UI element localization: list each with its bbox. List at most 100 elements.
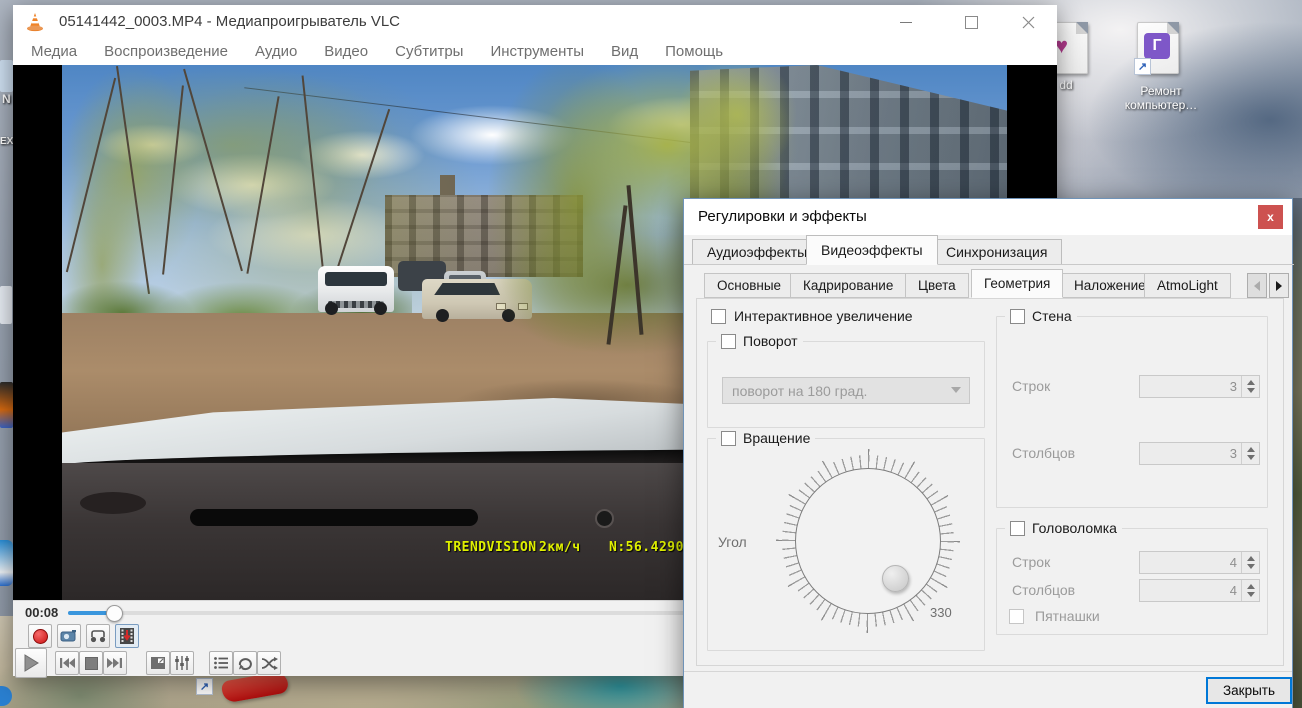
fullscreen-button[interactable]: [146, 651, 170, 675]
subtab-geometry[interactable]: Геометрия: [971, 269, 1063, 298]
angle-label: Угол: [718, 534, 747, 550]
scene-dash-vent: [190, 509, 478, 526]
subtab-atmolight[interactable]: AtmoLight: [1144, 273, 1231, 298]
play-button[interactable]: [15, 648, 47, 678]
maximize-icon: [965, 16, 978, 29]
desktop-edge-icon-fragment[interactable]: [0, 540, 13, 586]
playlist-button[interactable]: [209, 651, 233, 675]
angle-dial-knob[interactable]: [882, 565, 909, 592]
angle-value: 330: [930, 605, 952, 620]
shortcut-arrow-icon: [1134, 58, 1151, 75]
wall-checkbox[interactable]: [1010, 309, 1025, 324]
wall-group: Стена Строк 3 Столбцов 3: [996, 316, 1268, 508]
desktop-edge-icon-fragment[interactable]: [0, 60, 13, 92]
close-button[interactable]: [1013, 11, 1043, 33]
menu-subtitles[interactable]: Субтитры: [395, 43, 463, 60]
subtab-scroll-left-button[interactable]: [1247, 273, 1267, 298]
spinner-arrows[interactable]: [1241, 376, 1259, 397]
menu-video[interactable]: Видео: [324, 43, 368, 60]
rotation-checkbox[interactable]: [721, 431, 736, 446]
spinner-arrows[interactable]: [1241, 580, 1259, 601]
frame-by-frame-button[interactable]: [115, 624, 139, 648]
desktop-edge-label-fragment: N: [2, 92, 11, 106]
puzzle-rows-spinner[interactable]: 4: [1139, 551, 1260, 574]
maximize-button[interactable]: [956, 11, 986, 33]
tab-video-effects[interactable]: Видеоэффекты: [806, 235, 938, 265]
subtab-crop[interactable]: Кадрирование: [790, 273, 906, 298]
fifteen-puzzle-label: Пятнашки: [1035, 608, 1100, 624]
interactive-zoom-label: Интерактивное увеличение: [734, 308, 913, 324]
desktop-edge-icon-fragment[interactable]: [0, 286, 12, 324]
window-title: 05141442_0003.MP4 - Медиапроигрыватель V…: [59, 13, 400, 30]
screen: N EX dd Ремонт компьютер…: [0, 0, 1302, 708]
fifteen-puzzle-checkbox[interactable]: [1009, 609, 1024, 624]
loop-ab-icon: [89, 628, 107, 644]
angle-dial-face[interactable]: [795, 468, 941, 614]
effects-button[interactable]: [170, 651, 194, 675]
dialog-close-button[interactable]: Закрыть: [1206, 677, 1292, 704]
minimize-button[interactable]: [891, 11, 921, 33]
wall-cols-spinner[interactable]: 3: [1139, 442, 1260, 465]
loop-button[interactable]: [233, 651, 257, 675]
menu-tools[interactable]: Инструменты: [490, 43, 584, 60]
snapshot-button[interactable]: [57, 624, 81, 648]
puzzle-rows-label: Строк: [1012, 554, 1050, 570]
seek-handle[interactable]: [106, 605, 123, 622]
spinner-arrows[interactable]: [1241, 443, 1259, 464]
stop-icon: [85, 657, 98, 670]
interactive-zoom-checkbox[interactable]: [711, 309, 726, 324]
next-button[interactable]: [103, 651, 127, 675]
shortcut-arrow-icon: [196, 678, 213, 695]
rotate-preset-value: поворот на 180 град.: [732, 383, 867, 399]
desktop-icon-remont[interactable]: Ремонт компьютер…: [1132, 22, 1188, 118]
vlc-titlebar[interactable]: 05141442_0003.MP4 - Медиапроигрыватель V…: [13, 5, 1057, 38]
stop-button[interactable]: [79, 651, 103, 675]
dashcam-speed-overlay: 2км/ч: [539, 540, 581, 555]
remont-app-icon: [1144, 33, 1170, 59]
shuffle-button[interactable]: [257, 651, 281, 675]
elapsed-time: 00:08: [25, 605, 58, 620]
wall-rows-label: Строк: [1012, 378, 1050, 394]
effects-dialog-title: Регулировки и эффекты: [698, 208, 867, 225]
wall-rows-value: 3: [1230, 379, 1237, 394]
desktop-edge-icon-fragment[interactable]: [0, 382, 13, 428]
rotate-checkbox[interactable]: [721, 334, 736, 349]
record-icon: [33, 629, 48, 644]
scene-white-uaz: [318, 266, 394, 312]
effects-dialog: Регулировки и эффекты x Аудиоэффекты Вид…: [683, 198, 1293, 708]
menu-view[interactable]: Вид: [611, 43, 638, 60]
dashcam-brand-overlay: TRENDVISION: [445, 540, 537, 555]
menu-media[interactable]: Медиа: [31, 43, 77, 60]
record-button[interactable]: [28, 624, 52, 648]
menu-help[interactable]: Помощь: [665, 43, 723, 60]
rotate-group-label: Поворот: [743, 333, 798, 349]
subtab-colors[interactable]: Цвета: [905, 273, 969, 298]
rotate-preset-select[interactable]: поворот на 180 град.: [722, 377, 970, 404]
tab-synchronization[interactable]: Синхронизация: [931, 239, 1062, 265]
vlc-cone-icon: [25, 12, 45, 33]
desktop-edge-label-fragment: EX: [0, 136, 13, 147]
spinner-arrows[interactable]: [1241, 552, 1259, 573]
puzzle-cols-spinner[interactable]: 4: [1139, 579, 1260, 602]
fullscreen-icon: [150, 656, 166, 670]
menu-audio[interactable]: Аудио: [255, 43, 297, 60]
puzzle-cols-label: Столбцов: [1012, 582, 1075, 598]
scene-dash-speaker: [80, 492, 146, 514]
play-icon: [22, 653, 40, 673]
effects-dialog-close-button[interactable]: x: [1258, 205, 1283, 229]
loop-ab-button[interactable]: [86, 624, 110, 648]
wall-cols-label: Столбцов: [1012, 445, 1075, 461]
minimize-icon: [900, 22, 912, 23]
wall-rows-spinner[interactable]: 3: [1139, 375, 1260, 398]
subtab-scroll-right-button[interactable]: [1269, 273, 1289, 298]
previous-button[interactable]: [55, 651, 79, 675]
next-icon: [106, 656, 124, 670]
desktop-icon-red-ribbon[interactable]: [190, 672, 300, 708]
puzzle-cols-value: 4: [1230, 583, 1237, 598]
subtab-basic[interactable]: Основные: [704, 273, 794, 298]
menu-playback[interactable]: Воспроизведение: [104, 43, 228, 60]
puzzle-checkbox[interactable]: [1010, 521, 1025, 536]
snapshot-camera-icon: [60, 628, 78, 644]
tab-audio-effects[interactable]: Аудиоэффекты: [692, 239, 822, 265]
chevron-down-icon: [951, 387, 961, 393]
